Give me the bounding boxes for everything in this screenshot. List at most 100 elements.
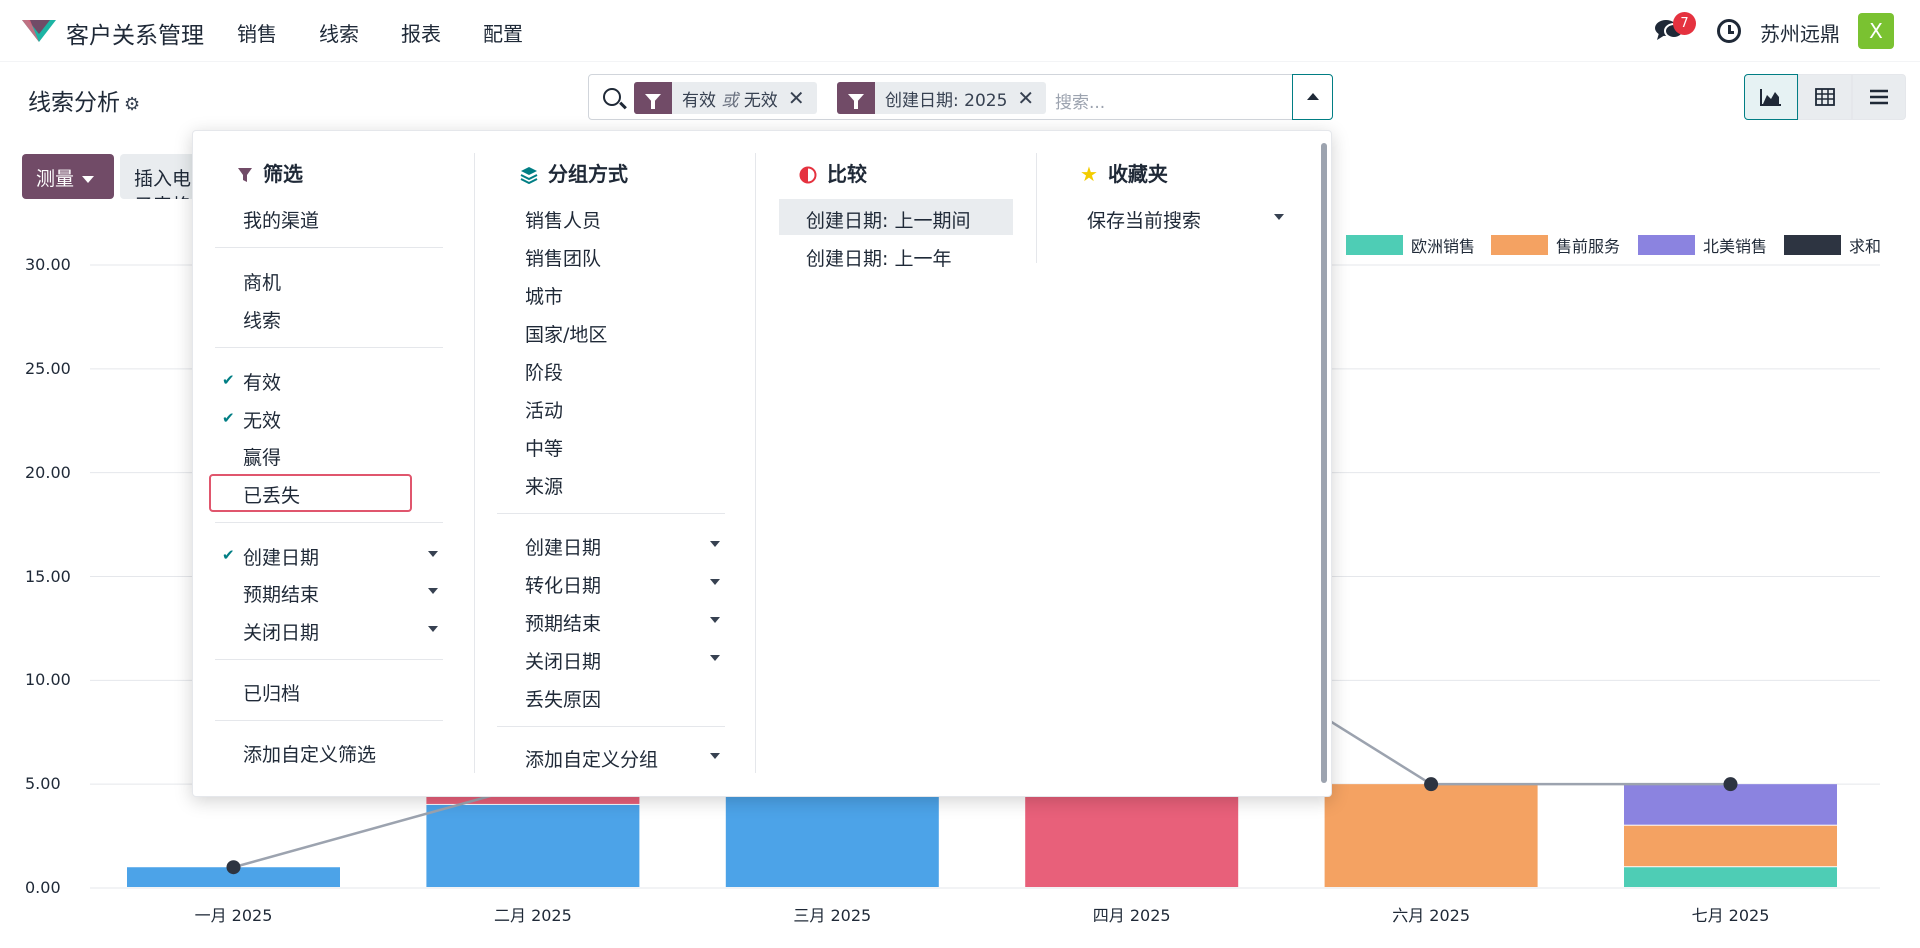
x-tick-label: 四月 2025 <box>1092 906 1171 925</box>
divider <box>215 347 443 348</box>
legend-swatch <box>1346 235 1403 255</box>
legend-item[interactable]: 北美销售 <box>1638 233 1767 257</box>
pivot-view-button[interactable] <box>1798 74 1852 120</box>
filter-create-date[interactable]: 创建日期 <box>243 543 319 570</box>
legend-item[interactable]: 欧洲销售 <box>1346 233 1475 257</box>
group-source[interactable]: 来源 <box>525 472 563 499</box>
y-tick-label: 20.00 <box>25 462 71 482</box>
filter-lead[interactable]: 线索 <box>243 306 281 333</box>
save-current-search[interactable]: 保存当前搜索 <box>1087 206 1201 233</box>
caret-down-icon[interactable] <box>710 541 720 547</box>
top-navbar: 客户关系管理 销售 线索 报表 配置 7 苏州远鼎 X <box>0 0 1920 62</box>
caret-down-icon <box>82 176 95 183</box>
group-conversion-date[interactable]: 转化日期 <box>525 571 601 598</box>
clock-icon[interactable] <box>1717 19 1741 43</box>
bar-segment <box>426 804 640 887</box>
bar-segment <box>1324 784 1538 887</box>
search-bar[interactable]: 有效 或 无效 ✕ 创建日期: 2025 ✕ 搜索... <box>588 74 1332 120</box>
facet-remove-icon[interactable]: ✕ <box>1017 86 1046 110</box>
graph-view-button[interactable] <box>1744 74 1798 120</box>
filter-archived[interactable]: 已归档 <box>243 679 300 706</box>
favorites-header: ★ 收藏夹 <box>1080 162 1168 186</box>
y-tick-label: 10.00 <box>25 670 71 690</box>
menu-config[interactable]: 配置 <box>483 18 523 47</box>
filter-expected-closing[interactable]: 预期结束 <box>243 580 319 607</box>
legend-label: 求和 <box>1849 237 1882 256</box>
filter-lost[interactable]: 已丢失 <box>243 481 300 508</box>
group-sales-team[interactable]: 销售团队 <box>525 244 601 271</box>
menu-sales[interactable]: 销售 <box>237 18 277 47</box>
filter-closed-date[interactable]: 关闭日期 <box>243 618 319 645</box>
caret-down-icon[interactable] <box>428 626 438 632</box>
filter-facet[interactable]: 有效 或 无效 ✕ <box>634 82 817 114</box>
filter-active[interactable]: 有效 <box>243 368 281 395</box>
group-campaign[interactable]: 活动 <box>525 396 563 423</box>
add-custom-filter[interactable]: 添加自定义筛选 <box>243 740 376 767</box>
insert-spreadsheet-button[interactable]: 插入电子表格 <box>120 154 200 199</box>
legend-swatch <box>1638 235 1695 255</box>
measure-button[interactable]: 测量 <box>22 154 114 199</box>
caret-down-icon[interactable] <box>710 617 720 623</box>
menu-leads[interactable]: 线索 <box>319 18 359 47</box>
list-icon <box>1870 89 1888 105</box>
bar-segment <box>1624 867 1837 887</box>
column-divider <box>1036 153 1037 263</box>
caret-down-icon[interactable] <box>710 753 720 759</box>
group-country[interactable]: 国家/地区 <box>525 320 607 347</box>
legend-item[interactable]: 求和 <box>1784 233 1881 257</box>
y-tick-label: 15.00 <box>25 566 71 586</box>
caret-down-icon[interactable] <box>428 588 438 594</box>
group-create-date[interactable]: 创建日期 <box>525 533 601 560</box>
main-menu: 销售 线索 报表 配置 <box>237 18 565 47</box>
view-switcher <box>1744 74 1906 120</box>
legend-item[interactable]: 售前服务 <box>1491 233 1620 257</box>
caret-down-icon[interactable] <box>710 579 720 585</box>
caret-down-icon[interactable] <box>428 551 438 557</box>
caret-down-icon[interactable] <box>710 655 720 661</box>
divider <box>497 726 725 727</box>
x-tick-label: 二月 2025 <box>493 906 572 925</box>
area-chart-icon <box>1760 89 1781 106</box>
x-tick-label: 三月 2025 <box>793 906 872 925</box>
caret-down-icon[interactable] <box>1274 214 1284 220</box>
facet-values: 有效 或 无效 <box>682 90 778 111</box>
page-title-text: 线索分析 <box>28 90 120 116</box>
filter-my-pipeline[interactable]: 我的渠道 <box>243 206 319 233</box>
dropdown-scrollbar[interactable] <box>1321 143 1327 783</box>
filter-inactive[interactable]: 无效 <box>243 406 281 433</box>
group-closed-date[interactable]: 关闭日期 <box>525 647 601 674</box>
crm-logo-icon[interactable] <box>20 18 58 44</box>
add-custom-group[interactable]: 添加自定义分组 <box>525 745 658 772</box>
company-switcher[interactable]: 苏州远鼎 <box>1760 18 1840 47</box>
compare-previous-year[interactable]: 创建日期: 上一年 <box>806 244 951 271</box>
date-facet[interactable]: 创建日期: 2025 ✕ <box>837 82 1047 114</box>
y-tick-label: 25.00 <box>25 358 71 378</box>
search-input[interactable]: 搜索... <box>1055 88 1105 113</box>
menu-reports[interactable]: 报表 <box>401 18 441 47</box>
group-medium[interactable]: 中等 <box>525 434 563 461</box>
filter-icon <box>837 82 875 114</box>
list-view-button[interactable] <box>1852 74 1906 120</box>
search-icon[interactable] <box>603 88 621 106</box>
app-title[interactable]: 客户关系管理 <box>66 16 204 50</box>
y-tick-label: 0.00 <box>25 878 61 897</box>
compare-previous-period[interactable]: 创建日期: 上一期间 <box>806 206 970 233</box>
check-icon: ✔ <box>222 409 235 427</box>
compare-header: 比较 <box>799 158 867 187</box>
facet-remove-icon[interactable]: ✕ <box>788 86 817 110</box>
user-avatar[interactable]: X <box>1858 13 1894 49</box>
group-lost-reason[interactable]: 丢失原因 <box>525 685 601 712</box>
group-expected-closing[interactable]: 预期结束 <box>525 609 601 636</box>
legend-swatch <box>1784 235 1841 255</box>
filters-header: 筛选 <box>237 158 303 187</box>
divider <box>497 513 725 514</box>
filter-opportunity[interactable]: 商机 <box>243 268 281 295</box>
gear-icon[interactable]: ⚙ <box>124 94 140 115</box>
legend-label: 欧洲销售 <box>1411 237 1476 256</box>
search-panel-toggle[interactable] <box>1292 74 1333 120</box>
x-tick-label: 一月 2025 <box>194 906 273 925</box>
group-salesperson[interactable]: 销售人员 <box>525 206 601 233</box>
filter-won[interactable]: 赢得 <box>243 443 281 470</box>
group-stage[interactable]: 阶段 <box>525 358 563 385</box>
group-city[interactable]: 城市 <box>525 282 563 309</box>
